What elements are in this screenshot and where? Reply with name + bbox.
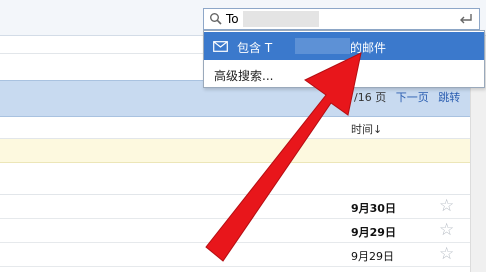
pager: /16 页 下一页 跳转 (354, 89, 460, 105)
search-icon (210, 13, 222, 25)
jump-link[interactable]: 跳转 (438, 91, 460, 104)
star-icon[interactable]: ☆ (439, 196, 454, 216)
star-icon[interactable]: ☆ (439, 244, 454, 264)
next-page-link[interactable]: 下一页 (396, 91, 429, 104)
notice-bar (0, 139, 470, 163)
mail-row[interactable]: 9月29日 ☆ (0, 219, 470, 243)
suggestion-prefix: 包含 T (237, 41, 273, 55)
redacted-query-region (243, 11, 319, 27)
envelope-icon (213, 41, 228, 52)
suggestion-advanced-search[interactable]: 高级搜索... (204, 62, 484, 88)
redacted-suggestion-region (295, 38, 350, 54)
column-header-row (0, 117, 470, 139)
mail-date: 9月29日 (351, 250, 394, 263)
time-column-header[interactable]: 时间↓ (351, 121, 382, 137)
search-suggestions-dropdown: 包含 T 的邮件 高级搜索... (203, 30, 485, 88)
page-info: /16 页 (354, 91, 387, 104)
suggestion-suffix: 的邮件 (350, 41, 387, 55)
search-input[interactable]: To (203, 8, 480, 30)
star-icon[interactable]: ☆ (439, 220, 454, 240)
mail-date: 9月29日 (351, 226, 396, 239)
mail-screen: To /16 页 下一页 跳转 时间↓ 9月30日 ☆ 9月29日 ☆ 9月29… (0, 0, 486, 272)
list-group-header (0, 163, 470, 195)
mail-date: 9月30日 (351, 202, 396, 215)
enter-icon[interactable] (459, 13, 473, 25)
mail-row[interactable]: 9月29日 ☆ (0, 243, 470, 267)
mail-row[interactable]: 9月30日 ☆ (0, 195, 470, 219)
suggestion-contains-mail[interactable]: 包含 T 的邮件 (204, 32, 484, 60)
search-query-text: To (226, 12, 239, 26)
advanced-search-label: 高级搜索... (214, 69, 274, 83)
